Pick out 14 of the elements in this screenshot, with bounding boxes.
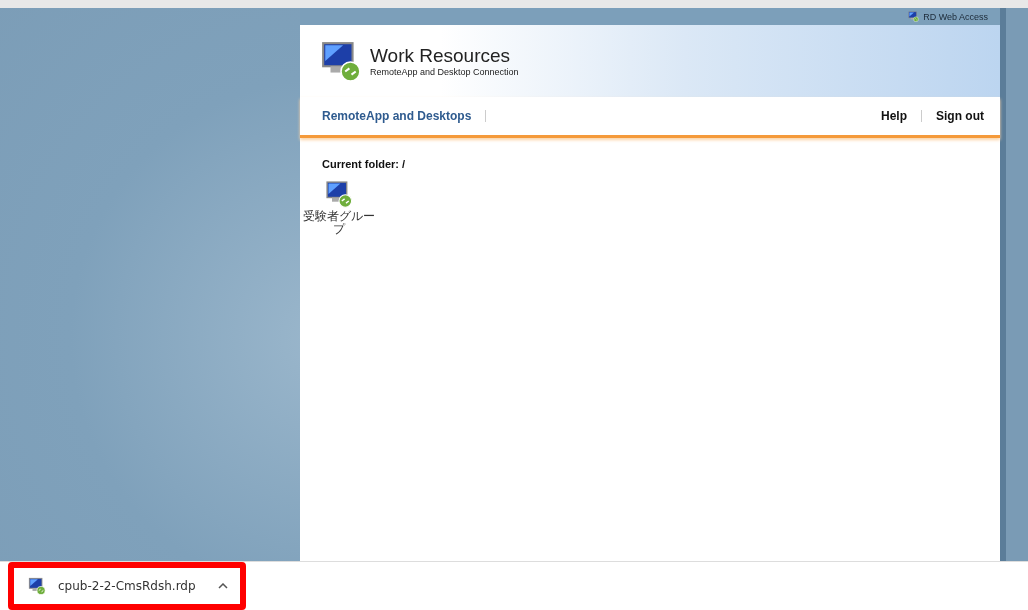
nav-link[interactable]: Sign out [936, 109, 984, 123]
nav-link[interactable]: Help [881, 109, 907, 123]
caret-icon [218, 583, 228, 589]
download-item[interactable]: cpub-2-2-CmsRdsh.rdp [8, 562, 246, 610]
rd-web-access-label: RD Web Access [923, 11, 988, 22]
current-folder-label: Current folder: / [322, 158, 407, 170]
page-title: Work Resources [370, 45, 512, 67]
page-subtitle: RemoteApp and Desktop Connection [370, 67, 519, 77]
remote-desktop-icon [325, 180, 353, 208]
nav-tab[interactable]: RemoteApp and Desktops [322, 109, 472, 123]
rdp-file-icon [28, 577, 46, 595]
remote-desktop-icon [908, 11, 920, 22]
remote-desktop-logo-icon [320, 40, 362, 82]
resource-label[interactable]: 受験者グループ [302, 210, 376, 237]
